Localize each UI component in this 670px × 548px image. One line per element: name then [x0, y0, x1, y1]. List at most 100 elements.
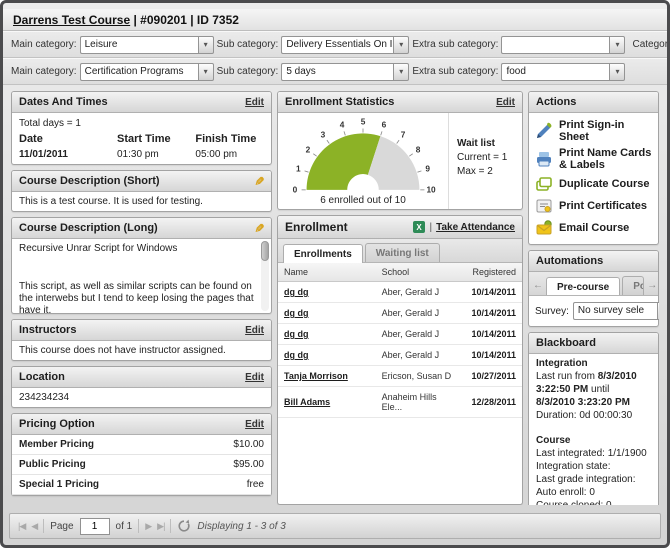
registered-column-header[interactable]: Registered — [461, 263, 522, 282]
sub-category-label: Sub category: — [217, 66, 279, 77]
course-title-link[interactable]: Darrens Test Course — [13, 13, 130, 27]
chevron-down-icon[interactable]: ▾ — [657, 302, 659, 320]
chevron-down-icon[interactable]: ▾ — [393, 36, 409, 54]
enrollee-name-link[interactable]: dg dg — [278, 345, 376, 366]
extra-sub-category-label: Extra sub category: — [412, 39, 498, 50]
email-course-action[interactable]: Email Course — [535, 217, 652, 239]
panel-title: Automations — [536, 255, 603, 267]
sub-category-value-1: Delivery Essentials On I — [281, 36, 393, 54]
tab-scroll-right-icon[interactable]: → — [646, 280, 658, 295]
enrollment-gauge: 012345678910 6 enrolled out of 10 — [278, 113, 448, 209]
description-scrollbar[interactable] — [261, 241, 269, 311]
pricing-label: Special 1 Pricing — [19, 479, 99, 490]
enrollee-registered: 10/27/2011 — [461, 366, 522, 387]
edit-pencil-icon[interactable]: ✎ — [254, 176, 264, 186]
previous-page-icon[interactable]: ◀ — [31, 521, 37, 532]
tab-waiting-list[interactable]: Waiting list — [365, 243, 440, 262]
svg-text:1: 1 — [296, 163, 301, 173]
tab-enrollments[interactable]: Enrollments — [283, 244, 363, 263]
school-column-header[interactable]: School — [376, 263, 461, 282]
enrollee-name-link[interactable]: Tanja Morrison — [278, 366, 376, 387]
print-name-cards-action[interactable]: Print Name Cards & Labels — [535, 145, 652, 173]
svg-text:7: 7 — [401, 129, 406, 139]
total-days-text: Total days = 1 — [19, 118, 264, 129]
extra-sub-category-select-2[interactable]: food ▾ — [501, 63, 625, 81]
email-icon — [535, 219, 553, 237]
action-label: Print Name Cards & Labels — [559, 147, 652, 171]
enrollee-registered: 10/14/2011 — [461, 345, 522, 366]
course-id-text: | #090201 | ID 7352 — [130, 13, 239, 27]
action-label: Duplicate Course — [559, 178, 649, 190]
sub-category-select-1[interactable]: Delivery Essentials On I ▾ — [281, 36, 409, 54]
extra-sub-category-select-1[interactable]: ▾ — [501, 36, 625, 54]
extra-sub-category-label: Extra sub category: — [412, 66, 498, 77]
blackboard-panel: Blackboard Integration Last run from 8/3… — [528, 332, 659, 505]
pricing-row: Member Pricing $10.00 — [12, 435, 271, 455]
table-row: dg dg Aber, Gerald J 10/14/2011 — [278, 282, 522, 303]
sub-category-select-2[interactable]: 5 days ▾ — [281, 63, 409, 81]
chevron-down-icon[interactable]: ▾ — [609, 63, 625, 81]
enrollee-name-link[interactable]: Bill Adams — [278, 387, 376, 418]
wait-list-summary: Wait list Current = 1 Max = 2 — [448, 113, 522, 209]
pricing-value: $95.00 — [233, 459, 264, 470]
pricing-row: Public Pricing $95.00 — [12, 455, 271, 475]
next-page-icon[interactable]: ▶ — [145, 521, 151, 532]
enrollee-name-link[interactable]: dg dg — [278, 303, 376, 324]
survey-select[interactable]: No survey sele ▾ — [573, 302, 659, 320]
category-row-1: Main category: Leisure ▾ Sub category: D… — [3, 31, 667, 58]
location-edit-link[interactable]: Edit — [245, 372, 264, 383]
chevron-down-icon[interactable]: ▾ — [393, 63, 409, 81]
edit-pencil-icon[interactable]: ✎ — [254, 223, 264, 233]
displaying-text: Displaying 1 - 3 of 3 — [197, 521, 285, 532]
location-panel: Location Edit 234234234 — [11, 366, 272, 408]
main-category-label: Main category: — [11, 39, 77, 50]
panel-title: Dates And Times — [19, 96, 108, 108]
tab-post-course[interactable]: Post- — [622, 276, 644, 295]
stats-edit-link[interactable]: Edit — [496, 97, 515, 108]
wait-list-current: Current = 1 — [457, 151, 520, 165]
middle-column: Enrollment Statistics Edit 012345678910 … — [277, 91, 523, 505]
page-input[interactable] — [80, 518, 110, 535]
dates-edit-link[interactable]: Edit — [245, 97, 264, 108]
enrollment-tabs: Enrollments Waiting list — [278, 239, 522, 263]
page-label: Page — [50, 521, 73, 532]
chevron-down-icon[interactable]: ▾ — [609, 36, 625, 54]
enrollee-registered: 10/14/2011 — [461, 324, 522, 345]
take-attendance-link[interactable]: Take Attendance — [436, 222, 515, 233]
last-page-icon[interactable]: ▶| — [157, 521, 164, 532]
excel-export-icon[interactable]: X — [413, 221, 425, 233]
pricing-edit-link[interactable]: Edit — [245, 419, 264, 430]
main-category-value-2: Certification Programs — [80, 63, 198, 81]
pricing-label: Member Pricing — [19, 439, 94, 450]
action-label: Print Sign-in Sheet — [559, 119, 652, 143]
print-sign-in-sheet-action[interactable]: Print Sign-in Sheet — [535, 117, 652, 145]
course-info-line: Last integrated: 1/1/1900 — [536, 447, 651, 460]
sub-category-value-2: 5 days — [281, 63, 393, 81]
pricing-value: $10.00 — [233, 439, 264, 450]
first-page-icon[interactable]: |◀ — [18, 521, 25, 532]
chevron-down-icon[interactable]: ▾ — [198, 36, 214, 54]
print-certificates-action[interactable]: Print Certificates — [535, 195, 652, 217]
svg-text:X: X — [417, 223, 423, 232]
instructors-edit-link[interactable]: Edit — [245, 325, 264, 336]
main-category-select-2[interactable]: Certification Programs ▾ — [80, 63, 214, 81]
main-category-select-1[interactable]: Leisure ▾ — [80, 36, 214, 54]
enrollee-registered: 10/14/2011 — [461, 282, 522, 303]
automations-panel: Automations ← Pre-course Post- → Survey:… — [528, 250, 659, 327]
tab-scroll-left-icon[interactable]: ← — [532, 280, 544, 295]
table-row: dg dg Aber, Gerald J 10/14/2011 — [278, 303, 522, 324]
chevron-down-icon[interactable]: ▾ — [198, 63, 214, 81]
panel-title: Course Description (Short) — [19, 175, 160, 187]
main-category-label: Main category: — [11, 66, 77, 77]
refresh-icon[interactable] — [177, 519, 191, 533]
tab-pre-course[interactable]: Pre-course — [546, 277, 620, 296]
duplicate-course-action[interactable]: Duplicate Course — [535, 173, 652, 195]
table-row: Tanja Morrison Ericson, Susan D 10/27/20… — [278, 366, 522, 387]
start-time-column-header: Start Time — [117, 133, 195, 145]
enrollee-name-link[interactable]: dg dg — [278, 282, 376, 303]
svg-text:6: 6 — [382, 120, 387, 130]
svg-text:8: 8 — [416, 144, 421, 154]
enrollee-name-link[interactable]: dg dg — [278, 324, 376, 345]
name-column-header[interactable]: Name — [278, 263, 376, 282]
panel-title: Course Description (Long) — [19, 222, 158, 234]
